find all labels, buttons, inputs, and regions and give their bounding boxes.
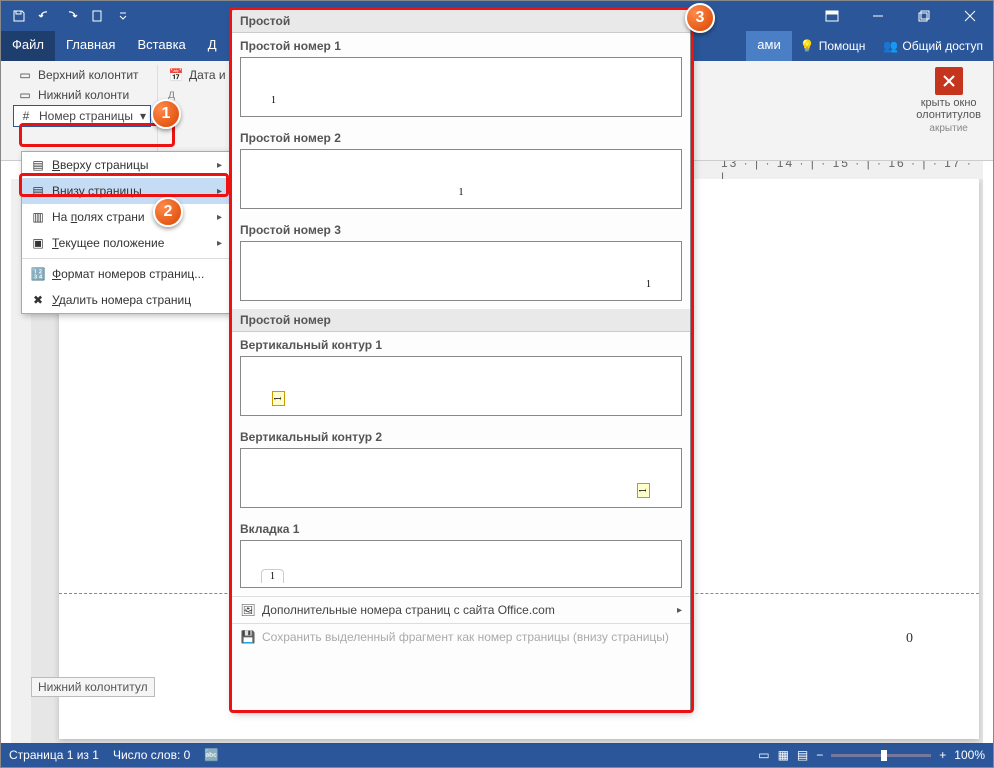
share-button[interactable]: 👥Общий доступ: [873, 31, 993, 61]
gallery-save-selection: 💾Сохранить выделенный фрагмент как номер…: [232, 623, 690, 650]
view-read-icon[interactable]: ▭: [758, 748, 769, 762]
gallery-item-vert-2[interactable]: Вертикальный контур 2 1: [232, 424, 690, 516]
gallery-item-plain-2[interactable]: Простой номер 2 1: [232, 125, 690, 217]
tell-me[interactable]: 💡Помощн: [792, 31, 874, 61]
close-icon[interactable]: [947, 1, 993, 31]
bulb-icon: 💡: [800, 39, 815, 53]
tab-insert[interactable]: Вставка: [126, 31, 196, 61]
top-icon: ▤: [30, 157, 46, 173]
new-doc-icon[interactable]: [87, 6, 107, 26]
zoom-out-icon[interactable]: −: [816, 748, 823, 762]
gallery-category-simple: Простой: [232, 10, 690, 33]
minimize-icon[interactable]: [855, 1, 901, 31]
gallery-more-online[interactable]: 🖼Дополнительные номера страниц с сайта O…: [232, 596, 690, 623]
save-sel-icon: 💾: [240, 629, 256, 645]
ribbon-display-icon[interactable]: [809, 1, 855, 31]
page-number-gallery: Простой Простой номер 1 1 Простой номер …: [231, 9, 691, 711]
footer-label: Нижний колонтитул: [31, 677, 155, 697]
gallery-category-plain-number: Простой номер: [232, 309, 690, 332]
remove-icon: ✖: [30, 292, 46, 308]
format-icon: 🔢: [30, 266, 46, 282]
page-number-menu: ▤Вверху страницы▸ ▤Внизу страницы▸ ▥На п…: [21, 151, 231, 314]
menu-format[interactable]: 🔢Формат номеров страниц...: [22, 261, 230, 287]
close-header-footer-button[interactable]: [935, 67, 963, 95]
gallery-item-tab-1[interactable]: Вкладка 1 1: [232, 516, 690, 596]
zoom-level[interactable]: 100%: [954, 748, 985, 762]
restore-icon[interactable]: [901, 1, 947, 31]
header-button[interactable]: ▭Верхний колонтит: [13, 65, 151, 85]
tab-d[interactable]: Д: [197, 31, 228, 61]
menu-bottom-of-page[interactable]: ▤Внизу страницы▸: [22, 178, 230, 204]
status-page[interactable]: Страница 1 из 1: [9, 748, 99, 762]
page-number-button[interactable]: #Номер страницы▾: [13, 105, 151, 127]
gallery-item-vert-1[interactable]: Вертикальный контур 1 1: [232, 332, 690, 424]
tab-context[interactable]: ами: [746, 31, 791, 61]
margin-icon: ▥: [30, 209, 46, 225]
status-lang-icon[interactable]: 🔤: [204, 748, 219, 762]
bottom-icon: ▤: [30, 183, 46, 199]
header-icon: ▭: [17, 67, 33, 83]
redo-icon[interactable]: [61, 6, 81, 26]
gallery-item-plain-3[interactable]: Простой номер 3 1: [232, 217, 690, 309]
zoom-in-icon[interactable]: +: [939, 748, 946, 762]
share-icon: 👥: [883, 39, 898, 53]
gallery-item-plain-1[interactable]: Простой номер 1 1: [232, 33, 690, 125]
status-words[interactable]: Число слов: 0: [113, 748, 190, 762]
calendar-icon: 📅: [168, 67, 184, 83]
undo-icon[interactable]: [35, 6, 55, 26]
menu-current-position[interactable]: ▣Текущее положение▸: [22, 230, 230, 256]
menu-top-of-page[interactable]: ▤Вверху страницы▸: [22, 152, 230, 178]
footer-page-number: 0: [906, 631, 913, 647]
tab-file[interactable]: Файл: [1, 31, 55, 61]
office-icon: 🖼: [240, 602, 256, 618]
callout-1: 1: [151, 99, 181, 129]
footer-icon: ▭: [17, 87, 33, 103]
footer-button[interactable]: ▭Нижний колонти: [13, 85, 151, 105]
qa-customize-icon[interactable]: [113, 6, 133, 26]
save-icon[interactable]: [9, 6, 29, 26]
current-icon: ▣: [30, 235, 46, 251]
callout-2: 2: [153, 197, 183, 227]
menu-remove[interactable]: ✖Удалить номера страниц: [22, 287, 230, 313]
view-web-icon[interactable]: ▤: [797, 748, 808, 762]
menu-page-margins[interactable]: ▥На полях страни▸: [22, 204, 230, 230]
view-print-icon[interactable]: ▦: [778, 748, 789, 762]
callout-3: 3: [685, 3, 715, 33]
tab-home[interactable]: Главная: [55, 31, 126, 61]
page-number-icon: #: [18, 108, 34, 124]
zoom-slider[interactable]: [831, 754, 931, 757]
status-bar: Страница 1 из 1 Число слов: 0 🔤 ▭ ▦ ▤ − …: [1, 743, 993, 767]
